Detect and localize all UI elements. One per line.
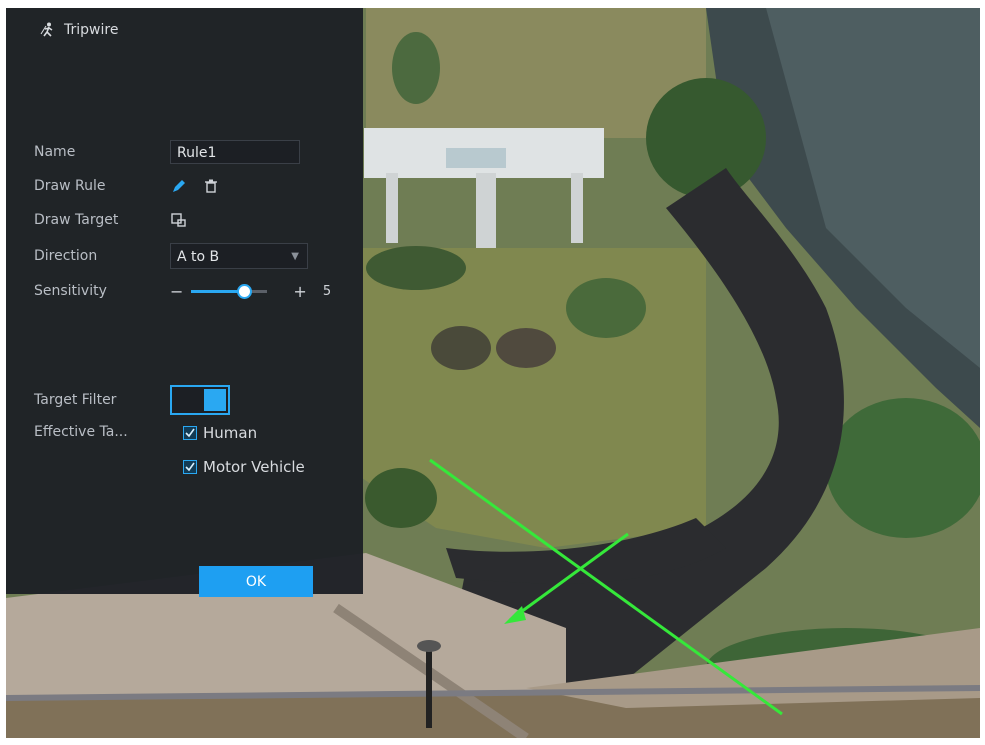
chevron-down-icon: ▼ [291,251,299,262]
sensitivity-value: 5 [322,283,332,299]
motor-vehicle-label: Motor Vehicle [203,458,305,476]
target-filter-label: Target Filter [34,392,117,408]
name-row: Name Rule1 [34,139,300,165]
name-input[interactable]: Rule1 [170,140,300,164]
trash-icon[interactable] [202,177,220,195]
target-filter-row: Target Filter [34,384,230,416]
draw-rule-row: Draw Rule [34,173,234,199]
slider-fill [191,290,244,293]
direction-select[interactable]: A to B ▼ [170,243,308,269]
effective-target-label: Effective Ta... [34,424,128,440]
checkmark-icon [185,428,195,438]
draw-target-label: Draw Target [34,212,119,228]
toggle-knob [204,389,226,411]
name-label: Name [34,144,76,160]
effective-target-row: Effective Ta... [34,419,170,445]
motor-vehicle-checkbox-row[interactable]: Motor Vehicle [183,458,305,476]
human-label: Human [203,424,258,442]
human-checkbox[interactable] [183,426,197,440]
tripwire-settings-panel: Tripwire Name Rule1 Draw Rule Draw Targe… [6,8,363,597]
target-filter-toggle[interactable] [170,385,230,415]
sensitivity-decrease-button[interactable]: − [170,282,183,301]
sensitivity-row: Sensitivity − + 5 [34,278,331,304]
checkmark-icon [185,462,195,472]
sensitivity-slider[interactable] [191,281,268,301]
draw-rule-label: Draw Rule [34,178,106,194]
direction-value: A to B [177,249,220,265]
panel-title: Tripwire [40,22,118,38]
motor-vehicle-checkbox[interactable] [183,460,197,474]
human-checkbox-row[interactable]: Human [183,424,257,442]
target-box-icon[interactable] [170,211,188,229]
slider-thumb[interactable] [237,284,253,299]
ok-button[interactable]: OK [199,566,313,597]
draw-target-row: Draw Target [34,207,202,233]
sensitivity-increase-button[interactable]: + [293,282,306,301]
panel-title-text: Tripwire [64,22,119,38]
direction-row: Direction A to B ▼ [34,243,308,269]
direction-label: Direction [34,248,98,264]
tripwire-person-icon [40,22,53,37]
sensitivity-label: Sensitivity [34,283,107,299]
pencil-icon[interactable] [170,177,188,195]
